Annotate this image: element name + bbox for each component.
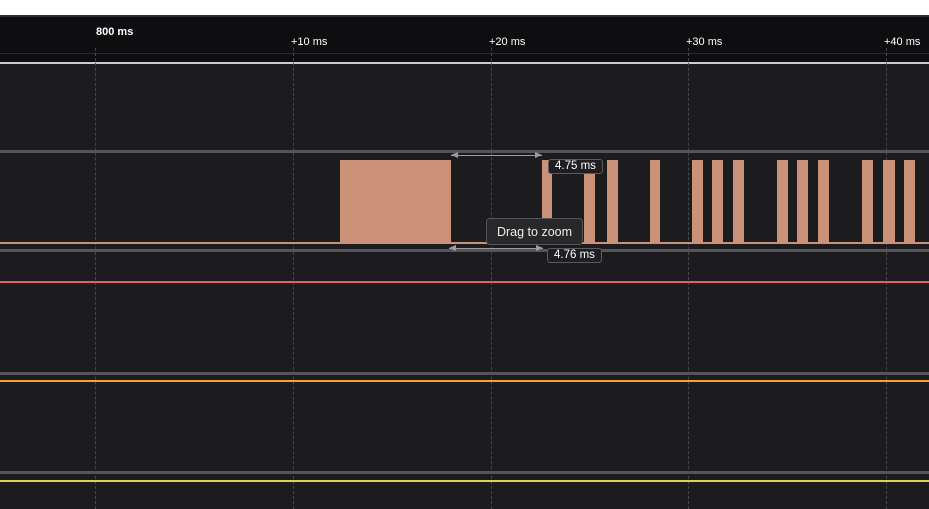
ruler-inner-divider xyxy=(0,53,929,54)
salmon-activity-line xyxy=(0,242,929,244)
time-gridline xyxy=(886,48,887,509)
orange-counter-line xyxy=(0,380,929,382)
activity-bar xyxy=(733,160,744,242)
measurement-arrow xyxy=(449,248,543,249)
drag-to-zoom-tooltip: Drag to zoom xyxy=(486,218,583,245)
time-gridline xyxy=(491,48,492,509)
activity-bar xyxy=(607,160,618,242)
red-counter-line xyxy=(0,281,929,283)
activity-bar xyxy=(862,160,873,242)
track-separator xyxy=(0,372,929,375)
activity-bar xyxy=(818,160,829,242)
measurement-label: 4.76 ms xyxy=(547,248,602,263)
activity-bar xyxy=(883,160,895,242)
track-separator xyxy=(0,471,929,474)
time-gridline xyxy=(95,48,96,509)
page-top-strip xyxy=(0,0,929,17)
activity-bar xyxy=(797,160,808,242)
ruler-tick-label: +40 ms xyxy=(884,37,920,48)
track-separator xyxy=(0,150,929,153)
measurement-label: 4.75 ms xyxy=(548,159,603,174)
ruler-tick-label: 800 ms xyxy=(96,27,133,38)
activity-bar xyxy=(650,160,660,242)
measurement-arrow xyxy=(451,155,542,156)
ruler-bottom-divider xyxy=(0,62,929,64)
time-gridline xyxy=(688,48,689,509)
ruler-tick-label: +10 ms xyxy=(291,37,327,48)
activity-bar xyxy=(692,160,703,242)
track-separator xyxy=(0,249,929,252)
activity-bar xyxy=(904,160,915,242)
time-gridline xyxy=(293,48,294,509)
activity-bar xyxy=(712,160,723,242)
timeline-ruler[interactable] xyxy=(0,17,929,62)
yellow-counter-line xyxy=(0,480,929,482)
performance-timeline: 4.75 ms 4.76 ms 800 ms +10 ms +20 ms +30 ms +4… xyxy=(0,0,929,509)
activity-bar xyxy=(777,160,788,242)
ruler-tick-label: +30 ms xyxy=(686,37,722,48)
activity-block xyxy=(340,160,451,242)
ruler-tick-label: +20 ms xyxy=(489,37,525,48)
